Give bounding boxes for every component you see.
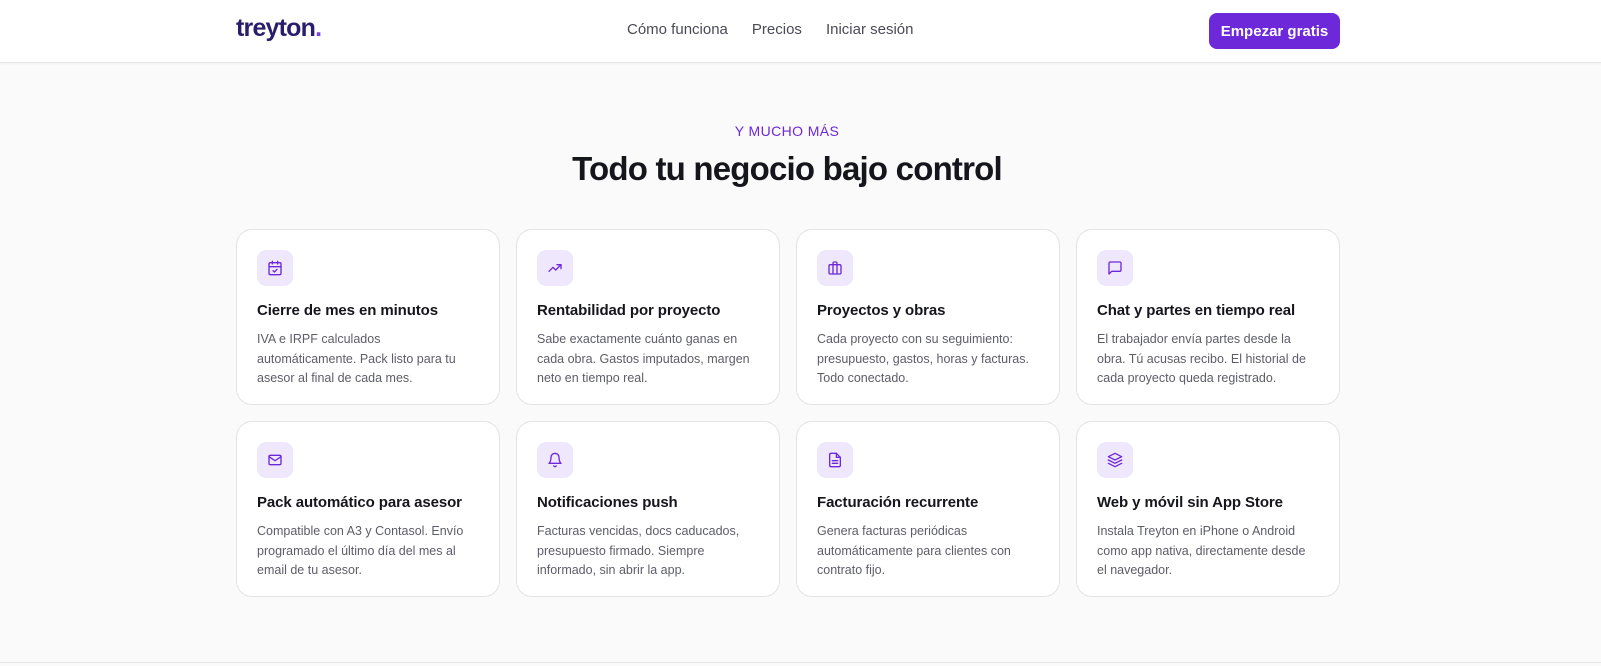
- logo[interactable]: treyton.: [236, 14, 322, 43]
- nav-link-precios[interactable]: Precios: [752, 21, 802, 38]
- feature-card-pack-asesor: Pack automático para asesor Compatible c…: [236, 421, 500, 597]
- section-divider: [0, 662, 1601, 663]
- feature-description: IVA e IRPF calculados automáticamente. P…: [257, 332, 456, 385]
- feature-card-facturacion: Facturación recurrente Genera facturas p…: [796, 421, 1060, 597]
- chat-icon: [1097, 250, 1133, 286]
- features-grid: Cierre de mes en minutos IVA e IRPF calc…: [236, 229, 1340, 597]
- feature-title: Facturación recurrente: [817, 494, 979, 511]
- briefcase-icon: [817, 250, 853, 286]
- section-eyebrow: Y MUCHO MÁS: [734, 123, 840, 139]
- feature-title: Cierre de mes en minutos: [257, 302, 438, 319]
- feature-description: Facturas vencidas, docs caducados, presu…: [537, 524, 740, 577]
- calendar-check-icon: [257, 250, 293, 286]
- feature-description: Cada proyecto con su seguimiento: presup…: [817, 332, 1029, 385]
- feature-description: Compatible con A3 y Contasol. Envío prog…: [257, 524, 464, 577]
- feature-title: Web y móvil sin App Store: [1097, 494, 1283, 511]
- feature-description: Instala Treyton en iPhone o Android como…: [1097, 524, 1306, 577]
- feature-title: Pack automático para asesor: [257, 494, 462, 511]
- feature-card-rentabilidad: Rentabilidad por proyecto Sabe exactamen…: [516, 229, 780, 405]
- feature-title: Rentabilidad por proyecto: [537, 302, 721, 319]
- feature-title: Notificaciones push: [537, 494, 678, 511]
- document-icon: [817, 442, 853, 478]
- feature-description: Sabe exactamente cuánto ganas en cada ob…: [537, 332, 750, 385]
- bell-icon: [537, 442, 573, 478]
- trending-up-icon: [537, 250, 573, 286]
- mail-icon: [257, 442, 293, 478]
- layers-icon: [1097, 442, 1133, 478]
- top-navbar: treyton. Cómo funciona Precios Iniciar s…: [0, 0, 1601, 63]
- feature-description: El trabajador envía partes desde la obra…: [1097, 332, 1306, 385]
- nav-links: Cómo funciona Precios Iniciar sesión: [627, 21, 913, 38]
- feature-card-chat: Chat y partes en tiempo real El trabajad…: [1076, 229, 1340, 405]
- feature-card-web-movil: Web y móvil sin App Store Instala Treyto…: [1076, 421, 1340, 597]
- feature-description: Genera facturas periódicas automáticamen…: [817, 524, 1011, 577]
- section-title: Todo tu negocio bajo control: [572, 150, 1003, 187]
- feature-title: Proyectos y obras: [817, 302, 946, 319]
- logo-dot: .: [315, 14, 322, 42]
- feature-card-cierre-mes: Cierre de mes en minutos IVA e IRPF calc…: [236, 229, 500, 405]
- feature-title: Chat y partes en tiempo real: [1097, 302, 1296, 319]
- feature-card-notificaciones: Notificaciones push Facturas vencidas, d…: [516, 421, 780, 597]
- nav-link-como-funciona[interactable]: Cómo funciona: [627, 21, 728, 38]
- nav-link-iniciar-sesion[interactable]: Iniciar sesión: [826, 21, 914, 38]
- feature-card-proyectos: Proyectos y obras Cada proyecto con su s…: [796, 229, 1060, 405]
- logo-text: treyton: [236, 14, 316, 42]
- start-free-button[interactable]: Empezar gratis: [1209, 13, 1340, 49]
